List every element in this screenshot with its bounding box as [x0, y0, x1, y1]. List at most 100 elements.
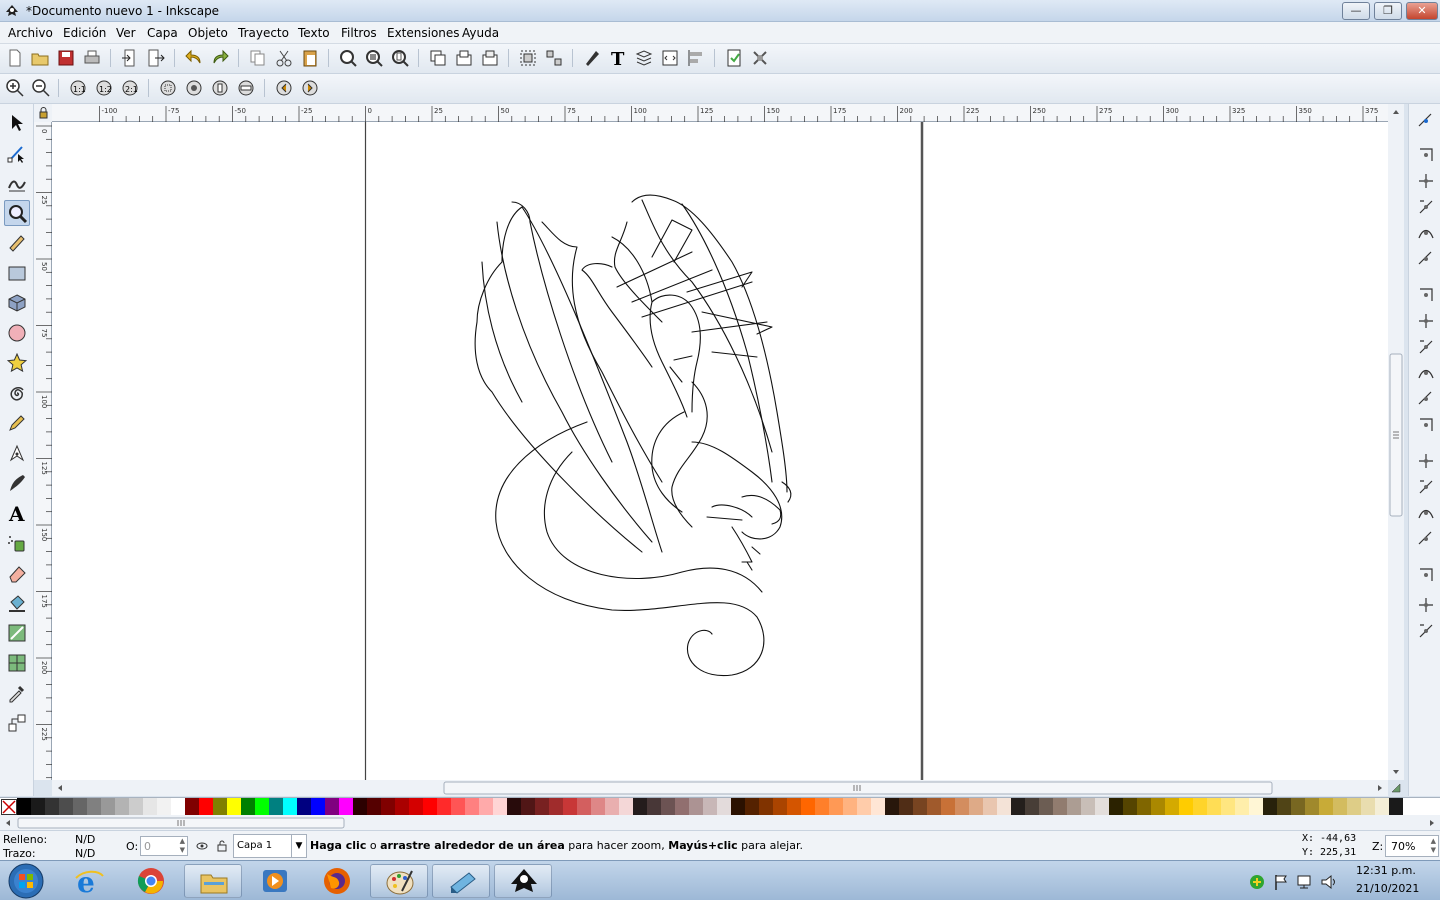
minimize-button[interactable]: —	[1342, 2, 1370, 20]
zoom-selection-icon[interactable]	[158, 78, 178, 98]
color-swatch[interactable]	[843, 798, 857, 815]
opacity-value[interactable]: 0	[144, 840, 151, 853]
horizontal-ruler[interactable]: -100 -75 -50 -25 0 25 50 75 100 125 150 175 200 225 25…	[52, 104, 1417, 122]
zoom-next-icon[interactable]	[300, 78, 320, 98]
no-paint-swatch-icon[interactable]	[1, 799, 17, 815]
snap-toggle-icon[interactable]	[1417, 172, 1435, 190]
snap-toggle-icon[interactable]	[1417, 338, 1435, 356]
zoom-up-icon[interactable]: ▲	[1431, 837, 1436, 845]
color-swatch[interactable]	[675, 798, 689, 815]
color-swatch[interactable]	[493, 798, 507, 815]
color-swatch[interactable]	[577, 798, 591, 815]
align-icon[interactable]	[686, 48, 706, 68]
snap-toggle-icon[interactable]	[1417, 452, 1435, 470]
color-swatch[interactable]	[689, 798, 703, 815]
menu-edicion[interactable]: Edición	[63, 26, 106, 40]
color-swatch[interactable]	[451, 798, 465, 815]
color-swatch[interactable]	[1207, 798, 1221, 815]
network-monitor-icon[interactable]	[1296, 873, 1314, 891]
scroll-right-icon[interactable]	[1378, 785, 1382, 791]
color-swatch[interactable]	[801, 798, 815, 815]
snap-toggle-icon[interactable]	[1417, 596, 1435, 614]
duplicate-icon[interactable]	[428, 48, 448, 68]
snap-toggle-icon[interactable]	[1417, 390, 1435, 408]
ellipse-tool[interactable]	[4, 320, 30, 346]
color-swatch[interactable]	[325, 798, 339, 815]
zoom-page-icon[interactable]	[210, 78, 230, 98]
calligraphy-tool[interactable]	[4, 470, 30, 496]
preferences-icon[interactable]	[750, 48, 770, 68]
palette-scrollbar[interactable]	[0, 815, 1440, 830]
color-swatch[interactable]	[633, 798, 647, 815]
color-swatch[interactable]	[311, 798, 325, 815]
layer-selector[interactable]: Capa 1 ▼	[233, 834, 307, 858]
snap-toggle-icon[interactable]	[1417, 530, 1435, 548]
paste-icon[interactable]	[300, 48, 320, 68]
menu-ver[interactable]: Ver	[116, 26, 136, 40]
color-swatch[interactable]	[1081, 798, 1095, 815]
color-swatch[interactable]	[899, 798, 913, 815]
color-swatch[interactable]	[647, 798, 661, 815]
import-icon[interactable]	[120, 48, 140, 68]
text-font-icon[interactable]: T	[608, 48, 628, 70]
menu-archivo[interactable]: Archivo	[8, 26, 53, 40]
color-swatch[interactable]	[731, 798, 745, 815]
color-swatch[interactable]	[997, 798, 1011, 815]
color-swatch[interactable]	[927, 798, 941, 815]
maximize-button[interactable]: ❐	[1374, 2, 1402, 20]
fill-stroke-icon[interactable]	[582, 48, 602, 68]
color-swatch[interactable]	[563, 798, 577, 815]
drawing-canvas[interactable]	[52, 122, 1388, 780]
menu-trayecto[interactable]: Trayecto	[238, 26, 289, 40]
color-swatch[interactable]	[1053, 798, 1067, 815]
color-swatch[interactable]	[395, 798, 409, 815]
pencil-tool[interactable]	[4, 410, 30, 436]
print-icon[interactable]	[82, 48, 102, 68]
copy-icon[interactable]	[248, 48, 268, 68]
snap-toggle-icon[interactable]	[1417, 250, 1435, 268]
color-swatch[interactable]	[101, 798, 115, 815]
color-swatch[interactable]	[969, 798, 983, 815]
color-swatch[interactable]	[1193, 798, 1207, 815]
zoom-selection-icon[interactable]	[338, 48, 358, 68]
color-swatch[interactable]	[465, 798, 479, 815]
color-swatch[interactable]	[479, 798, 493, 815]
zoom-down-icon[interactable]: ▼	[1431, 846, 1436, 854]
snap-toggle-icon[interactable]	[1417, 198, 1435, 216]
color-swatch[interactable]	[829, 798, 843, 815]
xml-editor-icon[interactable]	[660, 48, 680, 68]
zoom-1-2-icon[interactable]: 1:2	[94, 78, 114, 98]
color-swatch[interactable]	[1165, 798, 1179, 815]
gradient-tool[interactable]	[4, 620, 30, 646]
color-swatch[interactable]	[1123, 798, 1137, 815]
color-management-toggle-icon[interactable]	[1388, 780, 1404, 796]
color-swatch[interactable]	[1221, 798, 1235, 815]
tweak-tool[interactable]	[4, 170, 30, 196]
snap-toggle-icon[interactable]	[1417, 566, 1435, 584]
color-swatch[interactable]	[1361, 798, 1375, 815]
scroll-down-icon[interactable]	[1393, 770, 1399, 774]
color-swatch[interactable]	[283, 798, 297, 815]
color-swatch[interactable]	[605, 798, 619, 815]
layer-visibility-icon[interactable]	[196, 840, 208, 852]
undo-icon[interactable]	[184, 48, 204, 68]
color-swatch[interactable]	[591, 798, 605, 815]
zoom-out-icon[interactable]	[31, 78, 51, 98]
snap-toggle-icon[interactable]	[1417, 146, 1435, 164]
color-swatch[interactable]	[955, 798, 969, 815]
file-explorer-taskbar-button[interactable]	[184, 864, 242, 898]
color-swatch[interactable]	[1347, 798, 1361, 815]
scroll-up-icon[interactable]	[1393, 110, 1399, 114]
zoom-page-width-icon[interactable]	[236, 78, 256, 98]
color-swatch[interactable]	[535, 798, 549, 815]
color-swatch[interactable]	[185, 798, 199, 815]
color-swatch[interactable]	[1025, 798, 1039, 815]
palette-scroll-left-icon[interactable]	[6, 820, 10, 826]
snap-toggle-icon[interactable]	[1417, 416, 1435, 434]
mesh-tool[interactable]	[4, 650, 30, 676]
spiral-tool[interactable]	[4, 380, 30, 406]
dropper-tool[interactable]	[4, 680, 30, 706]
media-player-taskbar-button[interactable]	[246, 864, 304, 898]
color-swatch[interactable]	[87, 798, 101, 815]
clock-time[interactable]: 12:31 p.m.	[1356, 864, 1416, 877]
